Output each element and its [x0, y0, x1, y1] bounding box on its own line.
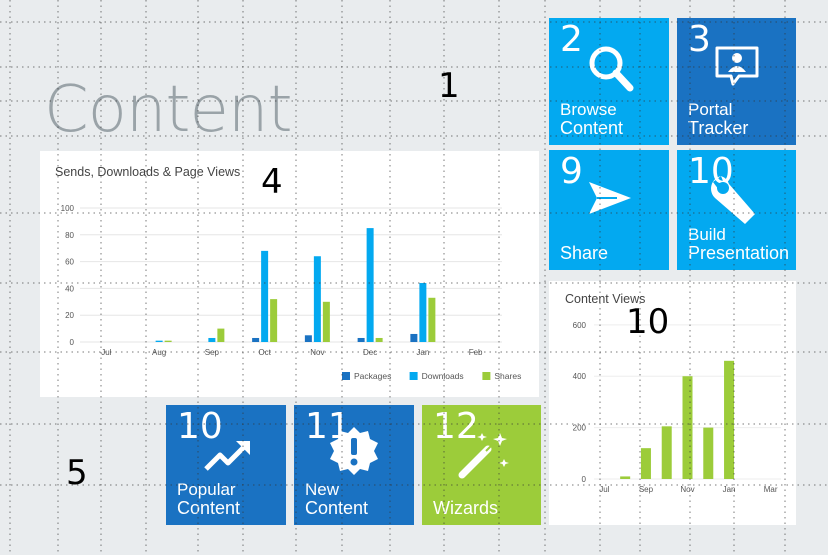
tile-number: 3	[688, 19, 711, 60]
wrench-icon	[711, 176, 755, 224]
bar-packages	[252, 337, 260, 342]
tile-number: 2	[560, 19, 583, 60]
legend-label: Downloads	[422, 371, 464, 381]
bar-shares	[322, 301, 330, 342]
legend-swatch	[342, 372, 350, 380]
sends-downloads-chart: 0 20 40 60 80 100 Jul Aug Sep Oct Nov Dec Jan Feb Pack…	[61, 204, 522, 381]
legend-swatch	[482, 372, 491, 380]
bar-downloads	[208, 337, 216, 342]
bar-packages	[357, 337, 365, 342]
tile-label-line1: Build	[688, 225, 726, 244]
y-tick-label: 80	[65, 231, 74, 240]
tile-label-line2: Content	[177, 498, 241, 518]
portal-tracker-tile[interactable]: 3 Portal Tracker	[677, 18, 796, 145]
x-tick-label: Jul	[101, 348, 111, 357]
browse-content-tile[interactable]: 2 Browse Content	[549, 18, 669, 145]
bar-downloads	[419, 283, 427, 342]
x-tick-label: Jan	[416, 348, 429, 357]
bar-downloads	[366, 228, 374, 342]
bar-content-views	[724, 360, 735, 479]
content-views-chart-panel: Content Views 0 200 400 600 Jul Sep Nov Jan Mar	[549, 281, 796, 525]
x-tick-label: Sep	[639, 485, 654, 494]
bar-content-views	[640, 448, 651, 479]
legend-label: Packages	[354, 371, 391, 381]
tile-label-line2: Wizards	[433, 498, 499, 518]
x-tick-label: Nov	[310, 348, 324, 357]
tile-label-line1: Portal	[688, 100, 733, 119]
x-tick-label: Feb	[469, 348, 483, 357]
y-tick-label: 200	[573, 424, 587, 433]
tile-label-line2: Tracker	[688, 118, 749, 138]
bar-shares	[164, 340, 172, 342]
bar-downloads	[313, 256, 321, 342]
y-tick-label: 600	[573, 321, 587, 330]
x-tick-label: Sep	[205, 348, 220, 357]
legend-label: Shares	[494, 371, 521, 381]
x-tick-label: Nov	[680, 485, 694, 494]
annotation-label: 10	[626, 302, 670, 342]
wizards-tile[interactable]: 12 Wizards	[422, 405, 541, 525]
x-tick-label: Jul	[599, 485, 609, 494]
x-tick-label: Aug	[152, 348, 166, 357]
tile-label: Browse Content	[560, 101, 623, 137]
new-content-tile[interactable]: 11 New Content	[294, 405, 414, 525]
bar-shares	[428, 297, 436, 342]
tile-label: Wizards	[433, 498, 498, 517]
annotation-label: 4	[261, 162, 283, 202]
bar-packages	[410, 333, 418, 342]
bar-content-views	[703, 427, 714, 479]
tile-number: 9	[560, 151, 583, 192]
tile-label-line2: Content	[560, 118, 624, 138]
tile-label-line2: Presentation	[688, 243, 790, 263]
x-tick-label: Jan	[723, 485, 736, 494]
bar-shares	[217, 328, 225, 342]
bar-content-views	[661, 426, 672, 479]
y-tick-label: 100	[61, 204, 75, 213]
magic-wand-icon	[458, 433, 509, 479]
bar-shares	[270, 299, 278, 342]
search-icon	[589, 46, 634, 92]
bar-content-views	[620, 476, 631, 479]
y-tick-label: 20	[65, 311, 74, 320]
y-tick-label: 0	[70, 338, 75, 347]
tile-label: Popular Content	[177, 481, 240, 517]
tile-label-line2: Share	[560, 243, 609, 263]
share-tile[interactable]: 9 Share	[549, 150, 669, 270]
y-tick-label: 40	[65, 284, 74, 293]
sends-downloads-chart-panel: Sends, Downloads & Page Views 0 20 40 60 80 1…	[40, 151, 539, 397]
tile-label: Share	[560, 243, 608, 262]
y-tick-label: 60	[65, 258, 74, 267]
tile-label: New Content	[305, 481, 368, 517]
x-tick-label: Oct	[258, 348, 271, 357]
alert-badge-icon	[330, 427, 378, 475]
y-tick-label: 0	[582, 475, 587, 484]
tile-label-line1: Popular	[177, 480, 236, 499]
annotation-label: 5	[66, 453, 88, 493]
bar-shares	[375, 337, 383, 342]
annotation-label: 1	[438, 66, 460, 106]
tile-label-line1: New	[305, 480, 340, 499]
tile-label: Portal Tracker	[688, 101, 748, 137]
tile-label-line1: Browse	[560, 100, 617, 119]
bar-downloads	[261, 250, 269, 342]
bar-packages	[304, 335, 312, 342]
trending-up-icon	[204, 441, 250, 471]
send-icon	[589, 182, 631, 214]
tile-label-line2: Content	[305, 498, 369, 518]
bar-content-views	[682, 376, 693, 479]
build-presentation-tile[interactable]: 10 Build Presentation	[677, 150, 796, 270]
x-tick-label: Mar	[764, 485, 778, 494]
content-views-chart: 0 200 400 600 Jul Sep Nov Jan Mar	[573, 321, 781, 494]
x-tick-label: Dec	[363, 348, 377, 357]
page-title: Content	[44, 73, 293, 147]
tile-label: Build Presentation	[688, 226, 789, 262]
y-tick-label: 400	[573, 372, 587, 381]
presentation-user-icon	[715, 46, 759, 86]
bar-downloads	[155, 340, 163, 342]
legend-swatch	[409, 372, 418, 380]
popular-content-tile[interactable]: 10 Popular Content	[166, 405, 286, 525]
